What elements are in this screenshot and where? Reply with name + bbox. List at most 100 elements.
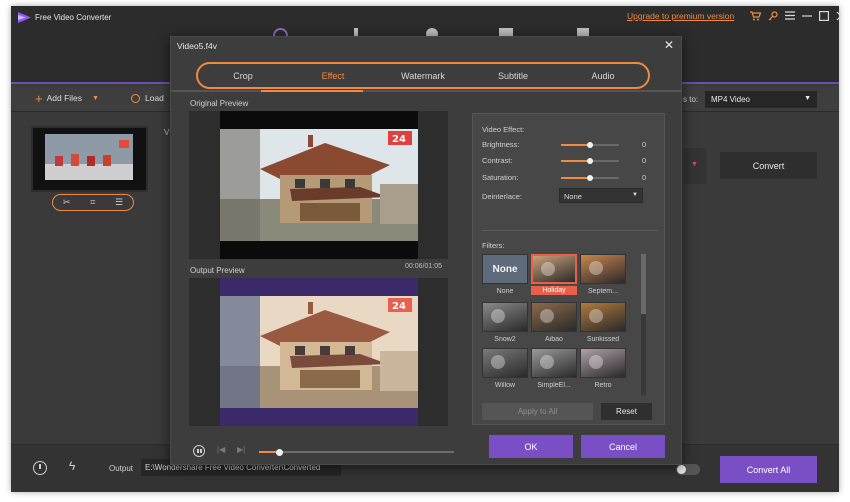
original-preview: 24: [189, 111, 448, 259]
crop-icon[interactable]: ⌗: [90, 197, 95, 208]
app-logo-icon: [18, 12, 31, 23]
filter-thumb: [482, 348, 528, 378]
apply-to-all-button[interactable]: Apply to All: [482, 403, 593, 420]
filter-thumb: [531, 254, 577, 284]
playback-progress-handle[interactable]: [275, 448, 283, 456]
filter-retro[interactable]: Retro: [580, 348, 626, 389]
brightness-slider[interactable]: Brightness: 0: [482, 139, 658, 151]
output-video-frame: 24: [220, 278, 418, 426]
filter-name: Sunkissed: [586, 336, 620, 343]
contrast-value: 0: [642, 156, 647, 165]
chevron-down-icon[interactable]: ▼: [92, 95, 99, 102]
contrast-handle[interactable]: [587, 157, 593, 164]
plus-icon: +: [35, 90, 43, 106]
filters-scrollbar[interactable]: [641, 254, 646, 395]
filter-thumb: [531, 302, 577, 332]
filters-heading: Filters:: [482, 241, 505, 250]
saturation-label: Saturation:: [482, 173, 519, 182]
filter-september[interactable]: Septem...: [580, 254, 626, 295]
filter-name: Holiday: [531, 286, 577, 295]
thumbnail-image: [33, 128, 146, 190]
filter-sunkissed[interactable]: Sunkissed: [580, 302, 626, 343]
contrast-track[interactable]: [561, 157, 619, 164]
scrollbar-thumb[interactable]: [641, 254, 646, 314]
effect-icon[interactable]: ☰: [115, 197, 123, 208]
panel-divider: [482, 230, 658, 231]
add-files-button[interactable]: + Add Files ▼: [35, 90, 99, 106]
filter-none-thumb: None: [482, 254, 528, 284]
maximize-icon[interactable]: [817, 9, 830, 22]
menu-icon[interactable]: [783, 9, 796, 22]
chevron-down-icon: ▼: [691, 161, 698, 168]
filter-preview-subject: [540, 355, 554, 369]
window-controls: [749, 9, 839, 22]
svg-text:24: 24: [392, 301, 406, 312]
filter-simpleelegant[interactable]: SimpleEl...: [531, 348, 577, 389]
next-icon[interactable]: ▶|: [237, 445, 245, 454]
lightning-icon[interactable]: ϟ: [69, 459, 75, 473]
chevron-down-icon: ▼: [632, 192, 638, 198]
convert-all-button[interactable]: Convert All: [720, 456, 817, 483]
filter-thumb: [531, 348, 577, 378]
tab-crop[interactable]: Crop: [198, 71, 288, 81]
output-preview: 24: [189, 278, 448, 426]
tab-watermark[interactable]: Watermark: [378, 71, 468, 81]
brightness-value: 0: [642, 140, 647, 149]
deinterlace-value: None: [564, 192, 582, 201]
tab-audio[interactable]: Audio: [558, 71, 648, 81]
brightness-handle[interactable]: [587, 141, 593, 148]
key-icon[interactable]: [766, 9, 779, 22]
tab-subtitle[interactable]: Subtitle: [468, 71, 558, 81]
saturation-slider[interactable]: Saturation: 0: [482, 172, 658, 184]
filter-preview-subject: [589, 309, 603, 323]
load-label: Load: [145, 93, 164, 103]
filter-name: Retro: [594, 382, 612, 389]
merge-videos-toggle[interactable]: [676, 464, 700, 475]
playback-progress-bar[interactable]: [259, 448, 454, 456]
close-icon[interactable]: ✕: [663, 39, 675, 51]
scissors-icon[interactable]: ✂: [63, 197, 71, 208]
brightness-track[interactable]: [561, 141, 619, 148]
app-title: Free Video Converter: [35, 13, 112, 22]
tab-effect[interactable]: Effect: [288, 71, 378, 81]
output-preview-label: Output Preview: [190, 266, 245, 275]
ok-button[interactable]: OK: [489, 435, 573, 458]
saturation-handle[interactable]: [587, 174, 593, 181]
deinterlace-select[interactable]: None ▼: [559, 188, 643, 203]
tabs-divider: [171, 90, 681, 92]
cart-icon[interactable]: [749, 9, 762, 22]
saturation-value: 0: [642, 173, 647, 182]
cancel-button[interactable]: Cancel: [581, 435, 665, 458]
pause-icon[interactable]: [193, 445, 205, 457]
playback-controls: |◀ ▶|: [189, 442, 454, 458]
filter-none[interactable]: None None: [482, 254, 528, 295]
filter-snow2[interactable]: Snow2: [482, 302, 528, 343]
time-readout: 00:06/01:05: [405, 263, 442, 270]
filter-name: Snow2: [494, 336, 516, 343]
effect-panel: Video Effect: Brightness: 0 Contrast: 0 …: [472, 113, 665, 425]
thumbnail-tools: ✂ ⌗ ☰: [52, 194, 134, 211]
filter-name: Aibao: [545, 336, 563, 343]
upgrade-link[interactable]: Upgrade to premium version: [627, 11, 734, 21]
minimize-icon[interactable]: [800, 9, 813, 22]
file-thumbnail[interactable]: [31, 126, 148, 192]
original-preview-label: Original Preview: [190, 99, 249, 108]
original-house-image: 24: [220, 129, 418, 241]
load-button[interactable]: Load: [131, 93, 164, 103]
alarm-icon[interactable]: [33, 461, 47, 475]
video-effect-heading: Video Effect:: [482, 125, 525, 134]
original-video-frame: 24: [220, 111, 418, 259]
output-format-select[interactable]: MP4 Video ▼: [705, 91, 817, 108]
format-dropdown[interactable]: ▼: [684, 148, 706, 184]
reset-button[interactable]: Reset: [601, 403, 652, 420]
previous-icon[interactable]: |◀: [217, 445, 225, 454]
edit-dialog: Video5.f4v ✕ Crop Effect Watermark Subti…: [170, 36, 682, 465]
convert-button[interactable]: Convert: [720, 152, 817, 179]
filter-aibao[interactable]: Aibao: [531, 302, 577, 343]
saturation-track[interactable]: [561, 174, 619, 181]
close-icon[interactable]: [834, 9, 839, 22]
contrast-slider[interactable]: Contrast: 0: [482, 155, 658, 167]
edit-tabs: Crop Effect Watermark Subtitle Audio: [196, 62, 650, 89]
filter-holiday[interactable]: Holiday: [531, 254, 577, 295]
filter-willow[interactable]: Willow: [482, 348, 528, 389]
